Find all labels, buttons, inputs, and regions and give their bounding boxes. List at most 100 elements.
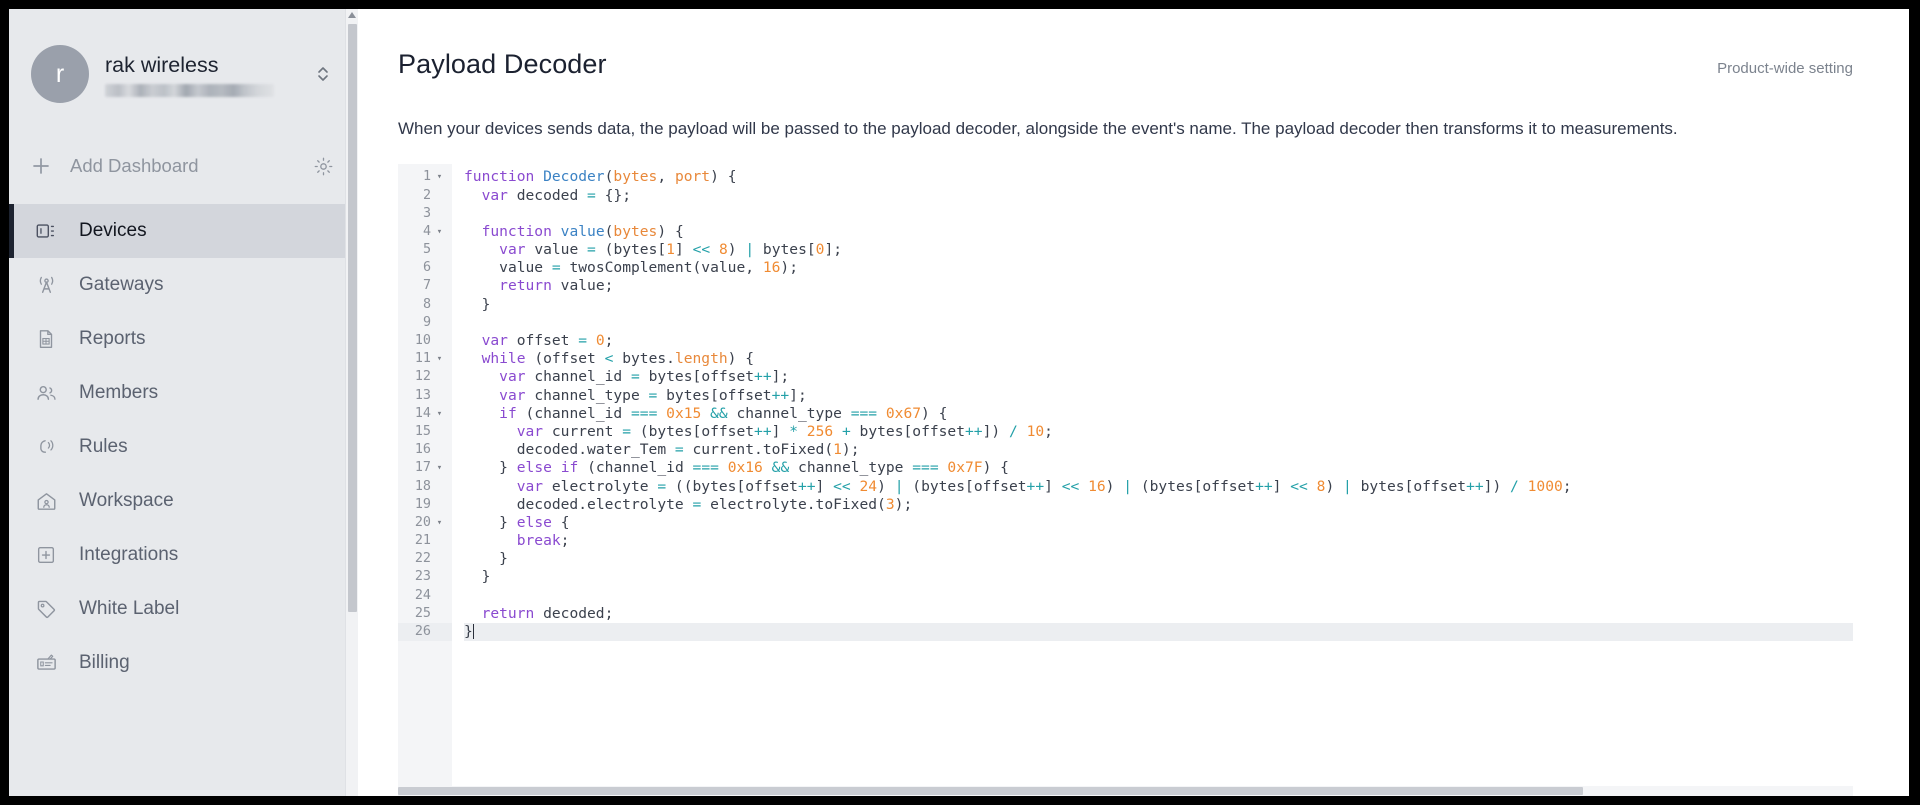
sidebar-scroll-content: r rak wireless Add Dashboard Devices Gat… xyxy=(9,9,358,796)
code-line[interactable]: decoded.water_Tem = current.toFixed(1); xyxy=(464,441,1853,459)
sidebar-item-label: Integrations xyxy=(79,544,179,565)
gutter-line-number: 24▾ xyxy=(414,587,431,603)
code-editor[interactable]: 1▾2▾3▾4▾5▾6▾7▾8▾9▾10▾11▾12▾13▾14▾15▾16▾1… xyxy=(398,164,1853,796)
gutter-line-number: 19▾ xyxy=(414,496,431,512)
main-inner: Payload Decoder Product-wide setting Whe… xyxy=(358,9,1909,796)
fold-toggle-icon[interactable]: ▾ xyxy=(434,405,445,423)
code-line[interactable]: function value(bytes) { xyxy=(464,223,1853,241)
code-line[interactable] xyxy=(464,205,1853,223)
home-user-icon xyxy=(31,490,61,513)
code-line[interactable]: } else if (channel_id === 0x16 && channe… xyxy=(464,459,1853,477)
fold-toggle-icon[interactable]: ▾ xyxy=(434,168,445,186)
gutter-line-number: 22▾ xyxy=(414,551,431,567)
code-line[interactable] xyxy=(464,314,1853,332)
code-line[interactable]: } xyxy=(464,623,1853,642)
plus-icon xyxy=(31,156,57,176)
text-cursor xyxy=(472,624,474,640)
code-line[interactable]: value = twosComplement(value, 16); xyxy=(464,259,1853,277)
code-line[interactable]: var decoded = {}; xyxy=(464,187,1853,205)
page-description: When your devices sends data, the payloa… xyxy=(398,119,1678,138)
main-content: Payload Decoder Product-wide setting Whe… xyxy=(358,9,1909,796)
rules-bell-icon xyxy=(31,436,61,458)
gutter-line-number: 9▾ xyxy=(422,314,431,330)
code-line[interactable]: } xyxy=(464,550,1853,568)
page-header: Payload Decoder Product-wide setting xyxy=(398,49,1853,80)
gear-icon[interactable] xyxy=(313,156,334,177)
sidebar-item-billing[interactable]: Billing xyxy=(9,636,358,690)
code-line[interactable]: return decoded; xyxy=(464,605,1853,623)
gutter-line-number: 12▾ xyxy=(414,369,431,385)
code-line[interactable]: var offset = 0; xyxy=(464,332,1853,350)
gutter-line-number: 25▾ xyxy=(414,605,431,621)
code-line[interactable]: return value; xyxy=(464,277,1853,295)
sidebar-item-label: White Label xyxy=(79,598,180,619)
app-window: r rak wireless Add Dashboard Devices Gat… xyxy=(0,0,1920,805)
plus-square-icon xyxy=(31,544,61,566)
code-line[interactable]: if (channel_id === 0x15 && channel_type … xyxy=(464,405,1853,423)
gutter-line-number: 20 ▾ xyxy=(398,514,452,532)
scroll-up-arrow-icon[interactable] xyxy=(348,12,356,18)
code-line[interactable]: decoded.electrolyte = electrolyte.toFixe… xyxy=(464,496,1853,514)
sidebar-item-reports[interactable]: Reports xyxy=(9,312,358,366)
chevron-up-down-icon[interactable] xyxy=(310,64,336,84)
code-line[interactable]: var value = (bytes[1] << 8) | bytes[0]; xyxy=(464,241,1853,259)
sidebar-item-rules[interactable]: Rules xyxy=(9,420,358,474)
sidebar-item-label: Devices xyxy=(79,220,147,241)
gutter-line-number: 17 ▾ xyxy=(398,459,452,477)
gutter-line-number: 8▾ xyxy=(422,296,431,312)
code-line[interactable]: var current = (bytes[offset++] * 256 + b… xyxy=(464,423,1853,441)
sidebar-item-gateways[interactable]: Gateways xyxy=(9,258,358,312)
add-dashboard-button[interactable]: Add Dashboard xyxy=(9,149,358,183)
gutter-line-number: 10▾ xyxy=(414,333,431,349)
code-line[interactable]: var channel_id = bytes[offset++]; xyxy=(464,368,1853,386)
gutter-line-number: 23▾ xyxy=(414,569,431,585)
avatar: r xyxy=(31,45,89,103)
workspace-switcher[interactable]: r rak wireless xyxy=(9,9,358,103)
sidebar: r rak wireless Add Dashboard Devices Gat… xyxy=(9,9,358,796)
editor-horizontal-scrollbar-thumb[interactable] xyxy=(398,787,1583,795)
code-line[interactable]: while (offset < bytes.length) { xyxy=(464,350,1853,368)
editor-horizontal-scrollbar[interactable] xyxy=(398,786,1853,796)
sidebar-item-devices[interactable]: Devices xyxy=(9,204,358,258)
gutter-line-number: 5▾ xyxy=(422,242,431,258)
gutter-line-number: 2▾ xyxy=(422,187,431,203)
gutter-line-number: 13▾ xyxy=(414,387,431,403)
editor-gutter: 1▾2▾3▾4▾5▾6▾7▾8▾9▾10▾11▾12▾13▾14▾15▾16▾1… xyxy=(398,164,452,796)
gutter-line-number: 18▾ xyxy=(414,478,431,494)
add-dashboard-label: Add Dashboard xyxy=(70,155,199,176)
sidebar-scrollbar-thumb[interactable] xyxy=(348,24,357,612)
workspace-subtitle-redacted xyxy=(105,84,274,98)
code-line[interactable]: break; xyxy=(464,532,1853,550)
sidebar-item-label: Gateways xyxy=(79,274,164,295)
sidebar-item-workspace[interactable]: Workspace xyxy=(9,474,358,528)
antenna-icon xyxy=(31,274,61,297)
gutter-line-number: 21▾ xyxy=(414,533,431,549)
sidebar-item-members[interactable]: Members xyxy=(9,366,358,420)
code-line[interactable]: } xyxy=(464,568,1853,586)
gutter-line-number: 11 ▾ xyxy=(398,350,452,368)
code-line[interactable]: } xyxy=(464,296,1853,314)
app-frame: r rak wireless Add Dashboard Devices Gat… xyxy=(9,9,1909,796)
sidebar-item-white-label[interactable]: White Label xyxy=(9,582,358,636)
code-line[interactable]: } else { xyxy=(464,514,1853,532)
code-line[interactable]: var electrolyte = ((bytes[offset++] << 2… xyxy=(464,478,1853,496)
editor-code-area[interactable]: function Decoder(bytes, port) { var deco… xyxy=(452,164,1853,796)
gutter-line-number: 6▾ xyxy=(422,260,431,276)
gutter-line-number: 26▾ xyxy=(398,623,452,642)
page-title: Payload Decoder xyxy=(398,49,607,79)
code-line[interactable]: var channel_type = bytes[offset++]; xyxy=(464,387,1853,405)
sidebar-item-label: Members xyxy=(79,382,159,403)
invoice-icon xyxy=(31,652,61,675)
fold-toggle-icon[interactable]: ▾ xyxy=(434,459,445,477)
sidebar-scrollbar[interactable] xyxy=(345,9,358,796)
sidebar-item-label: Workspace xyxy=(79,490,174,511)
code-line[interactable] xyxy=(464,587,1853,605)
sidebar-item-integrations[interactable]: Integrations xyxy=(9,528,358,582)
tag-icon xyxy=(31,598,61,621)
fold-toggle-icon[interactable]: ▾ xyxy=(434,514,445,532)
gutter-line-number: 4 ▾ xyxy=(398,223,452,241)
fold-toggle-icon[interactable]: ▾ xyxy=(434,350,445,368)
fold-toggle-icon[interactable]: ▾ xyxy=(434,223,445,241)
gutter-line-number: 15▾ xyxy=(414,423,431,439)
code-line[interactable]: function Decoder(bytes, port) { xyxy=(464,168,1853,186)
